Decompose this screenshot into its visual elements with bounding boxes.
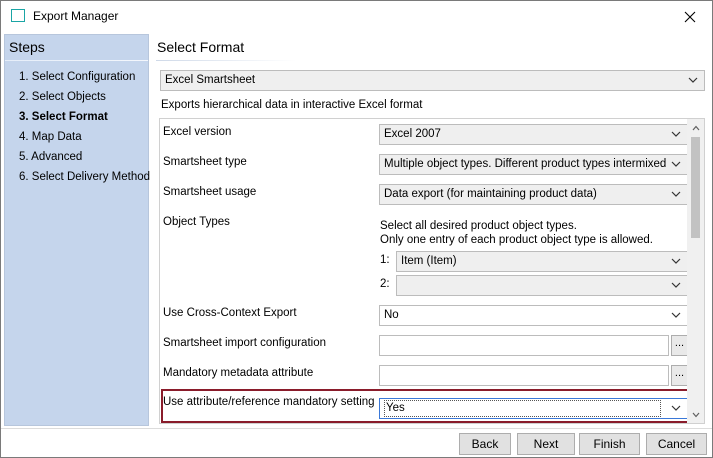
format-select-value: Excel Smartsheet (165, 74, 256, 86)
chevron-up-icon (692, 125, 699, 130)
chevron-down-icon (671, 258, 681, 264)
close-button[interactable] (668, 1, 712, 32)
scroll-down-button[interactable] (687, 406, 704, 423)
scroll-up-button[interactable] (687, 119, 704, 136)
main-content: Select Format Excel Smartsheet Exports h… (156, 34, 709, 426)
settings-panel: Excel version Excel 2007 Smartsheet type… (159, 118, 705, 424)
step-item-map-data[interactable]: 4. Map Data (19, 130, 150, 150)
scroll-thumb[interactable] (691, 137, 700, 238)
chevron-down-icon (671, 191, 681, 197)
chevron-down-icon (671, 312, 681, 318)
chevron-down-icon (688, 77, 698, 83)
title-bar: Export Manager (1, 1, 712, 32)
cross-context-value: No (384, 309, 399, 321)
smartsheet-usage-select[interactable]: Data export (for maintaining product dat… (379, 184, 688, 205)
steps-title: Steps (9, 39, 45, 55)
cross-context-label: Use Cross-Context Export (163, 307, 297, 319)
window-icon (11, 9, 25, 22)
page-title: Select Format (157, 39, 245, 55)
format-description: Exports hierarchical data in interactive… (161, 99, 423, 111)
mandatory-setting-select[interactable]: Yes (379, 398, 688, 419)
chevron-down-icon (671, 161, 681, 167)
mandatory-setting-label: Use attribute/reference mandatory settin… (163, 396, 375, 408)
mandatory-metadata-browse-button[interactable]: ... (671, 365, 688, 386)
object-type-select-1[interactable]: Item (Item) (396, 251, 688, 272)
steps-sidebar: Steps 1. Select Configuration 2. Select … (4, 34, 150, 426)
smartsheet-type-value: Multiple object types. Different product… (384, 158, 667, 170)
smartsheet-usage-label: Smartsheet usage (163, 186, 257, 198)
export-manager-window: Export Manager Steps 1. Select Configura… (0, 0, 713, 458)
window-title: Export Manager (33, 9, 119, 23)
close-icon (684, 11, 696, 22)
chevron-down-icon (692, 412, 699, 417)
import-config-browse-button[interactable]: ... (671, 335, 688, 356)
smartsheet-type-select[interactable]: Multiple object types. Different product… (379, 154, 688, 175)
chevron-down-icon (671, 282, 681, 288)
import-config-label: Smartsheet import configuration (163, 337, 326, 349)
title-divider (156, 60, 296, 61)
chevron-down-icon (671, 131, 681, 137)
object-types-label: Object Types (163, 216, 230, 228)
object-type-index-1: 1: (380, 254, 390, 266)
import-config-input[interactable] (379, 335, 669, 356)
object-type-value-1: Item (Item) (401, 255, 457, 267)
smartsheet-usage-value: Data export (for maintaining product dat… (384, 188, 597, 200)
smartsheet-type-label: Smartsheet type (163, 156, 247, 168)
mandatory-metadata-input[interactable] (379, 365, 669, 386)
step-item-advanced[interactable]: 5. Advanced (19, 150, 150, 170)
step-item-select-configuration[interactable]: 1. Select Configuration (19, 70, 150, 90)
object-types-hint-2: Only one entry of each product object ty… (380, 234, 653, 246)
format-select[interactable]: Excel Smartsheet (160, 70, 705, 91)
finish-button[interactable]: Finish (579, 433, 640, 455)
excel-version-label: Excel version (163, 126, 232, 138)
cross-context-select[interactable]: No (379, 305, 688, 326)
next-button[interactable]: Next (517, 433, 575, 455)
excel-version-select[interactable]: Excel 2007 (379, 124, 688, 145)
steps-divider (5, 60, 148, 61)
step-item-select-format[interactable]: 3. Select Format (19, 110, 150, 130)
mandatory-metadata-label: Mandatory metadata attribute (163, 367, 314, 379)
step-item-select-delivery-method[interactable]: 6. Select Delivery Method (19, 170, 150, 190)
excel-version-value: Excel 2007 (384, 128, 441, 140)
mandatory-setting-value: Yes (384, 400, 661, 417)
object-type-index-2: 2: (380, 278, 390, 290)
object-type-select-2[interactable] (396, 275, 688, 296)
footer-divider (1, 428, 712, 429)
cancel-button[interactable]: Cancel (646, 433, 707, 455)
step-list: 1. Select Configuration 2. Select Object… (19, 70, 150, 190)
back-button[interactable]: Back (459, 433, 511, 455)
step-item-select-objects[interactable]: 2. Select Objects (19, 90, 150, 110)
vertical-scrollbar[interactable] (687, 119, 704, 423)
chevron-down-icon (671, 405, 681, 411)
object-types-hint-1: Select all desired product object types. (380, 220, 577, 232)
